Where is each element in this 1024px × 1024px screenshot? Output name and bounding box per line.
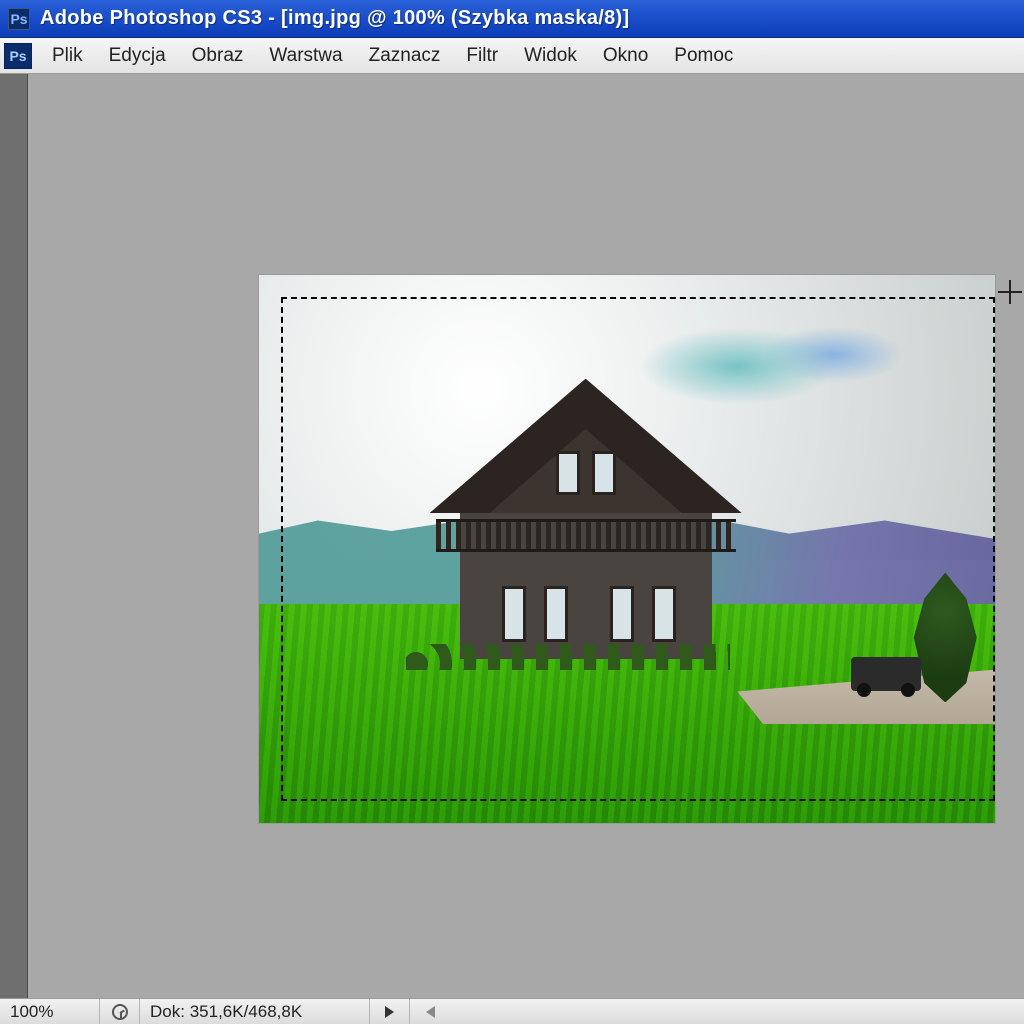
titlebar: Ps Adobe Photoshop CS3 - [img.jpg @ 100%… [0, 0, 1024, 38]
work-area[interactable] [0, 74, 1024, 998]
menu-edycja[interactable]: Edycja [97, 41, 178, 71]
dok-label: Dok: [150, 1002, 185, 1022]
statusbar: 100% Dok: 351,6K/468,8K [0, 998, 1024, 1024]
canvas-image [259, 275, 995, 823]
image-house [436, 379, 736, 659]
dok-value: 351,6K/468,8K [190, 1002, 302, 1022]
window-title: Adobe Photoshop CS3 - [img.jpg @ 100% (S… [40, 7, 629, 30]
image-car [851, 657, 921, 691]
crosshair-cursor-icon [998, 280, 1022, 304]
status-flyout-button[interactable] [370, 999, 410, 1024]
clock-icon [112, 1004, 128, 1020]
menu-zaznacz[interactable]: Zaznacz [357, 41, 453, 71]
menu-okno[interactable]: Okno [591, 41, 660, 71]
status-history-icon[interactable] [100, 999, 140, 1024]
menu-widok[interactable]: Widok [512, 41, 589, 71]
vertical-scrollbar[interactable] [0, 74, 28, 998]
photoshop-app-icon: Ps [8, 8, 30, 30]
triangle-left-icon [426, 1006, 435, 1018]
image-bushes [406, 644, 730, 670]
document-size-readout: Dok: 351,6K/468,8K [140, 999, 370, 1024]
menu-filtr[interactable]: Filtr [454, 41, 510, 71]
triangle-right-icon [385, 1006, 394, 1018]
menu-pomoc[interactable]: Pomoc [662, 41, 745, 71]
menu-plik[interactable]: Plik [40, 41, 95, 71]
menu-warstwa[interactable]: Warstwa [257, 41, 354, 71]
menu-obraz[interactable]: Obraz [180, 41, 256, 71]
menubar: Ps Plik Edycja Obraz Warstwa Zaznacz Fil… [0, 38, 1024, 74]
hscroll-left-button[interactable] [410, 999, 450, 1024]
zoom-level[interactable]: 100% [0, 999, 100, 1024]
document-menu-icon[interactable]: Ps [4, 43, 32, 69]
document-canvas[interactable] [258, 274, 996, 824]
